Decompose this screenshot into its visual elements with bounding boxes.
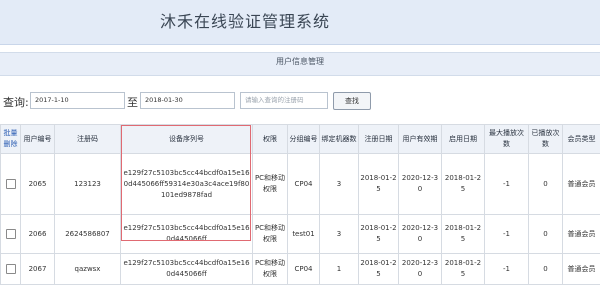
column-header-device-serial: 设备序列号 <box>121 125 253 154</box>
played-cell: 0 <box>529 154 563 215</box>
max-plays-cell: -1 <box>485 254 529 285</box>
valid-until-cell: 2020-12-30 <box>399 154 442 215</box>
row-checkbox[interactable] <box>6 179 16 189</box>
device-serial-cell: e129f27c5103bc5cc44bcdf0a15e160d445066ff… <box>121 154 253 215</box>
member-type-cell: 普通会员 <box>563 215 600 254</box>
column-header-max-plays: 最大播放次数 <box>485 125 529 154</box>
user-table: 批量删除 用户编号 注册码 设备序列号 权限 分组编号 绑定机器数 注册日期 用… <box>0 124 600 285</box>
column-header-member-type: 会员类型 <box>563 125 600 154</box>
enable-date-cell: 2018-01-25 <box>442 254 485 285</box>
user-id-cell: 2066 <box>21 215 55 254</box>
device-serial-cell: e129f27c5103bc5cc44bcdf0a15e160d445066ff <box>121 215 253 254</box>
row-checkbox-cell[interactable] <box>1 254 21 285</box>
bound-machines-cell: 1 <box>320 254 359 285</box>
row-checkbox[interactable] <box>6 264 16 274</box>
query-label: 查询: <box>3 94 29 110</box>
enable-date-cell: 2018-01-25 <box>442 154 485 215</box>
column-header-reg-date: 注册日期 <box>359 125 399 154</box>
reg-code-search-input[interactable]: 请输入查询的注册码 <box>240 92 328 109</box>
reg-date-cell: 2018-01-25 <box>359 215 399 254</box>
permission-cell: PC和移动权限 <box>253 215 288 254</box>
permission-cell: PC和移动权限 <box>253 254 288 285</box>
start-date-input[interactable]: 2017-1-10 <box>30 92 125 109</box>
column-header-enable-date: 启用日期 <box>442 125 485 154</box>
table-row[interactable]: 2065 123123 e129f27c5103bc5cc44bcdf0a15e… <box>1 154 600 215</box>
group-id-cell: CP04 <box>288 154 320 215</box>
member-type-cell: 普通会员 <box>563 154 600 215</box>
section-title: 用户信息管理 <box>0 56 600 67</box>
reg-date-cell: 2018-01-25 <box>359 154 399 215</box>
reg-date-cell: 2018-01-25 <box>359 254 399 285</box>
reg-code-cell: 123123 <box>55 154 121 215</box>
row-checkbox-cell[interactable] <box>1 154 21 215</box>
group-id-cell: test01 <box>288 215 320 254</box>
end-date-input[interactable]: 2018-01-30 <box>140 92 235 109</box>
member-type-cell: 普通会员 <box>563 254 600 285</box>
bound-machines-cell: 3 <box>320 154 359 215</box>
batch-delete-header[interactable]: 批量删除 <box>1 125 21 154</box>
valid-until-cell: 2020-12-30 <box>399 215 442 254</box>
valid-until-cell: 2020-12-30 <box>399 254 442 285</box>
column-header-reg-code: 注册码 <box>55 125 121 154</box>
permission-cell: PC和移动权限 <box>253 154 288 215</box>
device-serial-cell: e129f27c5103bc5cc44bcdf0a15e160d445066ff <box>121 254 253 285</box>
row-checkbox[interactable] <box>6 229 16 239</box>
group-id-cell: CP04 <box>288 254 320 285</box>
column-header-permission: 权限 <box>253 125 288 154</box>
app-header: 沐禾在线验证管理系统 <box>0 0 600 45</box>
bound-machines-cell: 3 <box>320 215 359 254</box>
column-header-played: 已播放次数 <box>529 125 563 154</box>
max-plays-cell: -1 <box>485 215 529 254</box>
table-row[interactable]: 2066 2624586807 e129f27c5103bc5cc44bcdf0… <box>1 215 600 254</box>
played-cell: 0 <box>529 254 563 285</box>
column-header-valid-until: 用户有效期 <box>399 125 442 154</box>
user-id-cell: 2065 <box>21 154 55 215</box>
table-row[interactable]: 2067 qazwsx e129f27c5103bc5cc44bcdf0a15e… <box>1 254 600 285</box>
reg-code-cell: 2624586807 <box>55 215 121 254</box>
user-id-cell: 2067 <box>21 254 55 285</box>
column-header-user-id: 用户编号 <box>21 125 55 154</box>
column-header-bound-machines: 绑定机器数 <box>320 125 359 154</box>
table-header-row: 批量删除 用户编号 注册码 设备序列号 权限 分组编号 绑定机器数 注册日期 用… <box>1 125 600 154</box>
max-plays-cell: -1 <box>485 154 529 215</box>
played-cell: 0 <box>529 215 563 254</box>
app-title: 沐禾在线验证管理系统 <box>160 8 330 32</box>
enable-date-cell: 2018-01-25 <box>442 215 485 254</box>
date-range-separator: 至 <box>127 94 138 110</box>
reg-code-cell: qazwsx <box>55 254 121 285</box>
column-header-group-id: 分组编号 <box>288 125 320 154</box>
query-bar: 查询: 2017-1-10 至 2018-01-30 请输入查询的注册码 查找 <box>0 90 600 114</box>
row-checkbox-cell[interactable] <box>1 215 21 254</box>
search-button[interactable]: 查找 <box>333 92 371 110</box>
section-title-bar: 用户信息管理 <box>0 52 600 76</box>
